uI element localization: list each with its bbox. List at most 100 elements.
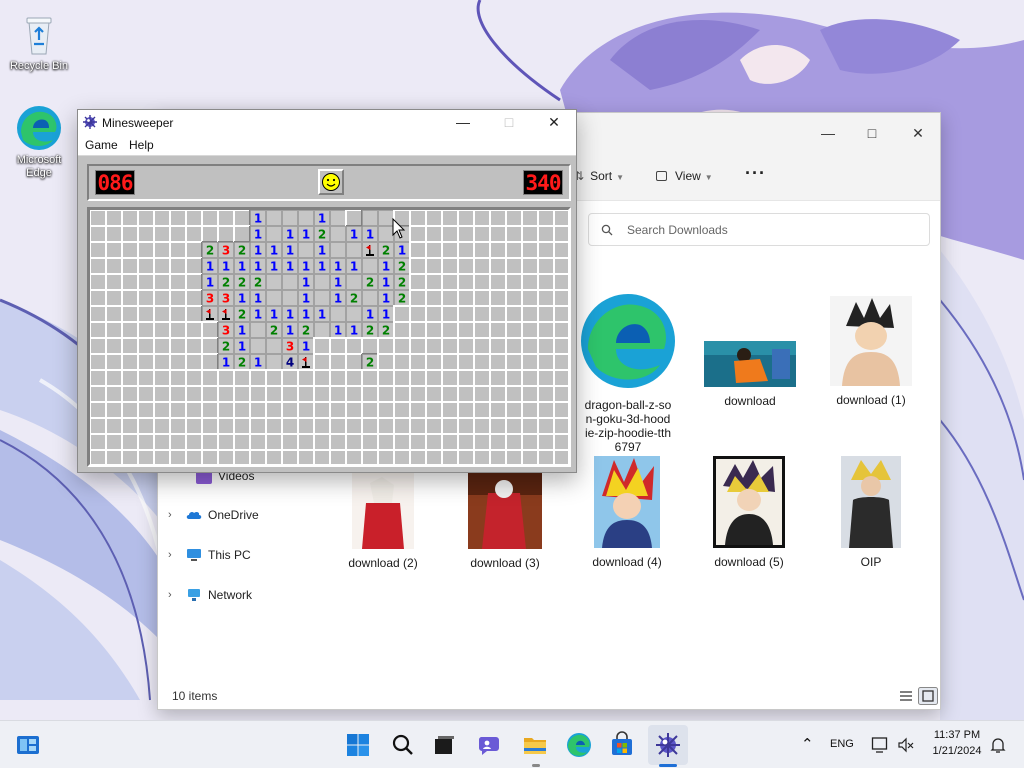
mine-cell[interactable] — [505, 225, 523, 243]
mine-cell[interactable] — [265, 401, 283, 419]
mine-cell[interactable] — [329, 449, 347, 467]
file-item[interactable]: download (4) — [568, 456, 686, 569]
mine-cell[interactable] — [346, 306, 362, 322]
mine-cell[interactable] — [265, 417, 283, 435]
mine-cell[interactable]: 1 — [346, 258, 362, 274]
mine-cell[interactable]: 4 — [282, 354, 298, 370]
mine-cell[interactable] — [473, 385, 491, 403]
mine-cell[interactable] — [121, 289, 139, 307]
mine-cell[interactable] — [153, 385, 171, 403]
mine-cell[interactable] — [105, 337, 123, 355]
mine-cell[interactable] — [137, 449, 155, 467]
mine-cell[interactable] — [153, 433, 171, 451]
mine-cell[interactable] — [105, 209, 123, 227]
mine-cell[interactable] — [345, 353, 363, 371]
clock-time[interactable]: 11:37 PM — [928, 729, 986, 741]
mine-cell[interactable] — [537, 337, 555, 355]
mine-cell[interactable]: 1 — [378, 274, 394, 290]
mine-cell[interactable] — [473, 321, 491, 339]
mine-cell[interactable]: 1 — [362, 306, 378, 322]
mine-cell[interactable] — [266, 354, 282, 370]
mine-cell[interactable] — [89, 433, 107, 451]
mine-cell[interactable] — [521, 369, 539, 387]
mine-cell[interactable] — [441, 337, 459, 355]
mine-cell[interactable]: 2 — [234, 354, 250, 370]
mine-cell[interactable]: 1 — [250, 242, 266, 258]
volume-muted-icon[interactable] — [897, 736, 915, 754]
mine-cell[interactable] — [153, 273, 171, 291]
mine-cell[interactable] — [153, 241, 171, 259]
mine-cell[interactable] — [137, 273, 155, 291]
mine-cell[interactable] — [137, 257, 155, 275]
mine-cell[interactable] — [282, 290, 298, 306]
mine-cell[interactable] — [505, 289, 523, 307]
mine-cell[interactable]: 1 — [234, 258, 250, 274]
mine-cell[interactable] — [89, 305, 107, 323]
more-options-button[interactable]: ··· — [745, 163, 766, 184]
mine-cell[interactable] — [121, 449, 139, 467]
mine-cell[interactable] — [537, 305, 555, 323]
mine-cell[interactable] — [537, 385, 555, 403]
mine-cell[interactable]: 1 — [202, 258, 218, 274]
mine-cell[interactable] — [441, 241, 459, 259]
mine-cell[interactable] — [233, 449, 251, 467]
mine-cell[interactable] — [441, 433, 459, 451]
mine-cell[interactable] — [441, 289, 459, 307]
mine-cell[interactable] — [169, 321, 187, 339]
mine-cell[interactable] — [409, 337, 427, 355]
mine-cell[interactable] — [233, 401, 251, 419]
mine-cell[interactable] — [393, 401, 411, 419]
mine-cell[interactable] — [553, 369, 571, 387]
nav-item-this-pc[interactable]: › This PC — [168, 544, 251, 566]
mine-cell[interactable]: 2 — [314, 226, 330, 242]
mine-cell[interactable] — [153, 401, 171, 419]
mine-cell[interactable] — [457, 305, 475, 323]
mine-cell[interactable] — [105, 449, 123, 467]
mine-cell[interactable] — [201, 417, 219, 435]
mine-cell[interactable]: 2 — [378, 322, 394, 338]
mine-cell[interactable] — [185, 209, 203, 227]
mine-cell[interactable]: 1 — [282, 226, 298, 242]
mine-cell[interactable] — [121, 321, 139, 339]
mine-cell[interactable] — [153, 449, 171, 467]
mine-cell[interactable] — [105, 401, 123, 419]
mine-cell[interactable] — [137, 353, 155, 371]
mine-cell[interactable] — [249, 401, 267, 419]
mine-cell[interactable] — [489, 241, 507, 259]
mine-cell[interactable] — [89, 289, 107, 307]
mine-cell[interactable] — [537, 401, 555, 419]
mine-cell[interactable] — [521, 273, 539, 291]
mine-cell[interactable] — [313, 385, 331, 403]
mine-cell[interactable] — [457, 337, 475, 355]
mine-cell[interactable]: 1 — [234, 290, 250, 306]
mine-cell[interactable] — [346, 274, 362, 290]
mine-cell[interactable] — [249, 449, 267, 467]
mine-cell[interactable] — [217, 209, 235, 227]
mine-cell[interactable] — [137, 433, 155, 451]
mine-cell[interactable] — [137, 385, 155, 403]
minimize-icon[interactable]: — — [448, 112, 478, 132]
mine-cell[interactable] — [425, 369, 443, 387]
flag-cell[interactable] — [362, 242, 378, 258]
mine-cell[interactable] — [105, 385, 123, 403]
mine-cell[interactable] — [345, 337, 363, 355]
mine-cell[interactable] — [346, 242, 362, 258]
mine-cell[interactable]: 1 — [346, 322, 362, 338]
mine-cell[interactable] — [473, 305, 491, 323]
mine-cell[interactable] — [489, 209, 507, 227]
mine-cell[interactable] — [89, 241, 107, 259]
mine-cell[interactable] — [249, 385, 267, 403]
mine-cell[interactable] — [121, 273, 139, 291]
mine-cell[interactable] — [249, 369, 267, 387]
file-item[interactable]: download (3) — [446, 473, 564, 570]
sort-button[interactable]: ⇅ Sort ▼ — [574, 169, 624, 183]
mine-cell[interactable] — [553, 225, 571, 243]
widgets-icon[interactable] — [14, 731, 42, 759]
mine-cell[interactable] — [217, 225, 235, 243]
mine-cell[interactable] — [169, 401, 187, 419]
mine-cell[interactable] — [553, 321, 571, 339]
mine-cell[interactable] — [361, 433, 379, 451]
mine-cell[interactable] — [425, 241, 443, 259]
mine-cell[interactable] — [185, 321, 203, 339]
mine-cell[interactable] — [297, 433, 315, 451]
